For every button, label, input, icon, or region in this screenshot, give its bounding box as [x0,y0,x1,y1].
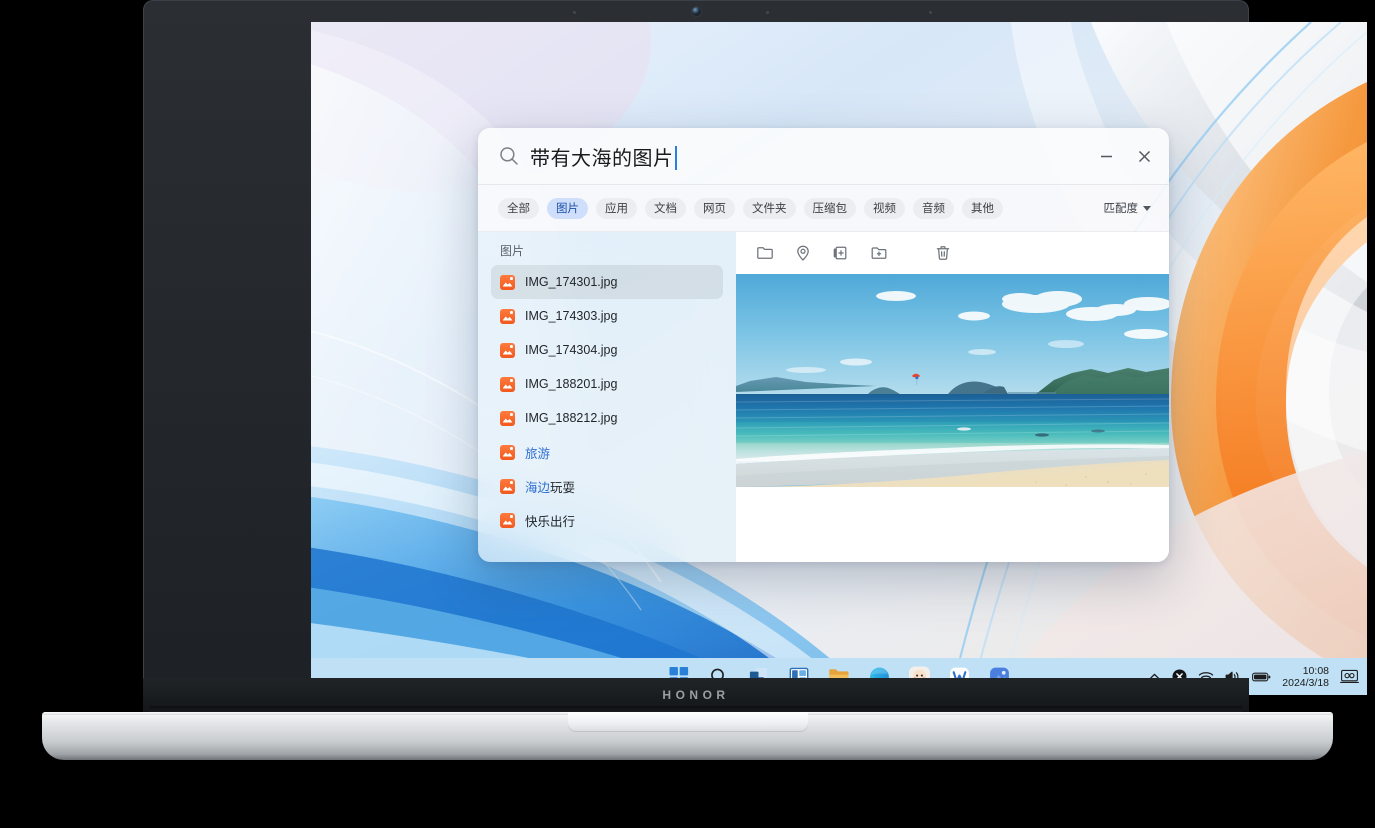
list-item-label: IMG_174303.jpg [525,309,617,323]
search-input[interactable]: 带有大海的图片 [530,142,677,171]
laptop-base [42,712,1333,760]
filter-chip-documents[interactable]: 文档 [645,198,686,219]
list-item-label: 海边玩耍 [525,477,575,496]
laptop-lid: 带有大海的图片 [143,0,1249,712]
close-button[interactable] [1127,141,1161,171]
list-item-label: 旅游 [525,443,550,462]
list-item-label: 快乐出行 [525,511,575,530]
image-file-icon [500,479,515,494]
mic-dot [766,11,769,14]
filter-chip-webpages[interactable]: 网页 [694,198,735,219]
list-item-label: IMG_188201.jpg [525,377,617,391]
battery-icon[interactable] [1252,671,1271,683]
image-file-icon [500,309,515,324]
add-to-album-icon[interactable] [831,244,850,263]
filter-chip-videos[interactable]: 视频 [864,198,905,219]
list-item[interactable]: IMG_174301.jpg [491,265,723,299]
results-panel: 图片 IMG_174301.jpg IMG_174303.jpg [478,232,736,562]
image-file-icon [500,343,515,358]
preview-toolbar [736,232,1169,274]
brand-text: HONOR [662,688,729,702]
image-file-icon [500,445,515,460]
search-window: 带有大海的图片 [478,128,1169,562]
image-file-icon [500,513,515,528]
results-group-title: 图片 [478,242,736,265]
trash-icon[interactable] [933,244,952,263]
image-file-icon [500,377,515,392]
mic-dot [929,11,932,14]
search-input-value: 带有大海的图片 [530,148,674,170]
move-to-folder-icon[interactable] [869,244,888,263]
clock[interactable]: 10:08 2024/3/18 [1282,665,1329,689]
sort-dropdown-label: 匹配度 [1104,200,1139,216]
image-file-icon [500,411,515,426]
list-item-label: IMG_174304.jpg [525,343,617,357]
clock-time: 10:08 [1282,665,1329,677]
filter-chip-all[interactable]: 全部 [498,198,539,219]
filter-chip-images[interactable]: 图片 [547,198,588,219]
search-icon [498,145,520,167]
search-window-body: 图片 IMG_174301.jpg IMG_174303.jpg [478,232,1169,562]
filter-chip-apps[interactable]: 应用 [596,198,637,219]
chevron-down-icon [1143,206,1151,211]
laptop-base-notch [568,712,808,732]
text-cursor [675,146,677,170]
filter-chip-folders[interactable]: 文件夹 [743,198,796,219]
list-item[interactable]: IMG_188201.jpg [491,367,723,401]
filter-chip-archives[interactable]: 压缩包 [804,198,857,219]
list-item[interactable]: 快乐出行 [491,503,723,537]
webcam-icon [692,7,701,16]
clock-date: 2024/3/18 [1282,677,1329,689]
list-item[interactable]: IMG_188212.jpg [491,401,723,435]
minimize-button[interactable] [1089,141,1123,171]
preview-panel [736,232,1169,562]
multi-screen-icon[interactable] [1340,669,1359,684]
search-window-header: 带有大海的图片 [478,128,1169,185]
list-item[interactable]: 旅游 [491,435,723,469]
list-item[interactable]: IMG_174304.jpg [491,333,723,367]
open-folder-icon[interactable] [755,244,774,263]
mic-dot [573,11,576,14]
image-file-icon [500,275,515,290]
window-controls [1089,128,1161,184]
laptop-screen: 带有大海的图片 [311,22,1367,695]
filter-chip-bar: 全部 图片 应用 文档 网页 文件夹 压缩包 视频 音频 其他 匹配度 [478,185,1169,232]
list-item[interactable]: 海边玩耍 [491,469,723,503]
list-item-label: IMG_188212.jpg [525,411,617,425]
filter-chip-audio[interactable]: 音频 [913,198,954,219]
sort-dropdown[interactable]: 匹配度 [1104,200,1152,216]
list-item[interactable]: IMG_174303.jpg [491,299,723,333]
location-pin-icon[interactable] [793,244,812,263]
screenshot-stage: 带有大海的图片 [0,0,1375,828]
top-bezel [143,0,1249,22]
filter-chip-others[interactable]: 其他 [962,198,1003,219]
preview-image [736,274,1169,487]
list-item-label: IMG_174301.jpg [525,275,617,289]
